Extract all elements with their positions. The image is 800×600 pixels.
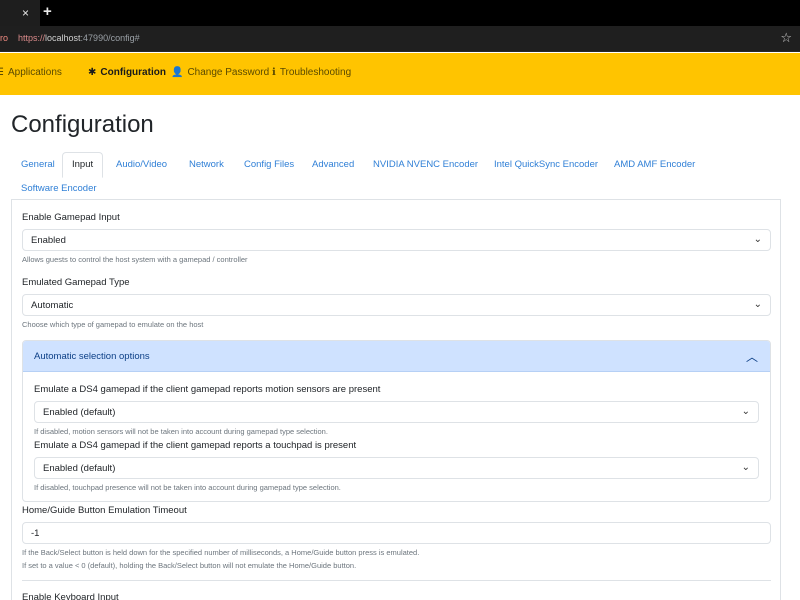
select-value: Enabled <box>31 235 66 246</box>
nav-label: Applications <box>7 67 62 78</box>
ds4-motion-help: If disabled, motion sensors will not be … <box>34 427 328 436</box>
home-guide-help-2: If set to a value < 0 (default), holding… <box>22 561 357 570</box>
user-lock-icon: 👤 <box>171 67 184 78</box>
tab-config-files[interactable]: Config Files <box>244 159 294 170</box>
gamepad-input-help: Allows guests to control the host system… <box>22 255 248 264</box>
close-tab-icon[interactable]: × <box>22 5 29 21</box>
tab-advanced[interactable]: Advanced <box>312 159 354 170</box>
nav-label: Troubleshooting <box>279 67 352 78</box>
tab-nvidia-nvenc[interactable]: NVIDIA NVENC Encoder <box>373 159 478 170</box>
ds4-touchpad-help: If disabled, touchpad presence will not … <box>34 483 341 492</box>
accordion-title: Automatic selection options <box>34 351 150 362</box>
url-scheme: https:// <box>18 33 46 43</box>
section-divider <box>22 580 771 581</box>
tab-software-encoder[interactable]: Software Encoder <box>21 183 97 194</box>
input-value: -1 <box>31 528 40 539</box>
home-guide-help-1: If the Back/Select button is held down f… <box>22 548 420 557</box>
auto-selection-accordion: Automatic selection options ︿ Emulate a … <box>22 340 771 502</box>
url-host: localhost <box>45 33 81 43</box>
accordion-header[interactable]: Automatic selection options ︿ <box>23 341 770 372</box>
tab-general[interactable]: General <box>21 159 55 170</box>
star-icon[interactable]: ☆ <box>780 30 792 46</box>
app-navbar: ☰ Applications ✱ Configuration 👤 Change … <box>0 53 800 95</box>
ds4-motion-label: Emulate a DS4 gamepad if the client game… <box>34 384 381 395</box>
tab-audio-video[interactable]: Audio/Video <box>116 159 167 170</box>
gamepad-input-label: Enable Gamepad Input <box>22 212 120 223</box>
ds4-touchpad-select[interactable]: Enabled (default) ⌄ <box>34 457 759 479</box>
home-guide-label: Home/Guide Button Emulation Timeout <box>22 505 187 516</box>
nav-configuration[interactable]: ✱ Configuration <box>88 67 166 78</box>
nav-label: Configuration <box>100 67 166 78</box>
browser-tabstrip: × + <box>0 0 800 26</box>
nav-label: Change Password <box>187 67 270 78</box>
ds4-touchpad-label: Emulate a DS4 gamepad if the client game… <box>34 440 357 451</box>
chevron-down-icon: ⌄ <box>741 406 750 417</box>
tab-amd-amf[interactable]: AMD AMF Encoder <box>614 159 695 170</box>
gear-icon: ✱ <box>88 67 97 78</box>
input-settings-panel: Enable Gamepad Input Enabled ⌄ Allows gu… <box>11 200 781 600</box>
address-prefix: ro <box>0 33 9 43</box>
url-path: :47990/config# <box>80 33 140 43</box>
url-text[interactable]: https://localhost:47990/config# <box>18 33 140 43</box>
new-tab-icon[interactable]: + <box>43 4 52 20</box>
gamepad-input-select[interactable]: Enabled ⌄ <box>22 229 771 251</box>
select-value: Enabled (default) <box>43 407 116 418</box>
chevron-down-icon: ⌄ <box>741 462 750 473</box>
ds4-motion-select[interactable]: Enabled (default) ⌄ <box>34 401 759 423</box>
nav-applications[interactable]: ☰ Applications <box>0 67 62 78</box>
chevron-down-icon: ⌄ <box>753 299 762 310</box>
tab-intel-quicksync[interactable]: Intel QuickSync Encoder <box>494 159 598 170</box>
gamepad-type-label: Emulated Gamepad Type <box>22 277 130 288</box>
select-value: Enabled (default) <box>43 463 116 474</box>
chevron-up-icon[interactable]: ︿ <box>746 348 758 365</box>
gamepad-type-select[interactable]: Automatic ⌄ <box>22 294 771 316</box>
keyboard-input-label: Enable Keyboard Input <box>22 592 119 600</box>
nav-troubleshooting[interactable]: ℹ Troubleshooting <box>272 67 351 78</box>
tab-network[interactable]: Network <box>189 159 224 170</box>
info-icon: ℹ <box>272 67 276 78</box>
nav-change-password[interactable]: 👤 Change Password <box>171 67 269 78</box>
browser-tab[interactable]: × <box>0 0 40 26</box>
gamepad-type-help: Choose which type of gamepad to emulate … <box>22 320 204 329</box>
address-bar[interactable]: ro https://localhost:47990/config# ☆ <box>0 26 800 52</box>
config-tabs: General Input Audio/Video Network Config… <box>11 152 781 200</box>
select-value: Automatic <box>31 300 74 311</box>
home-guide-timeout-input[interactable]: -1 <box>22 522 771 544</box>
chevron-down-icon: ⌄ <box>753 234 762 245</box>
page-title: Configuration <box>11 111 154 138</box>
list-icon: ☰ <box>0 67 4 78</box>
tab-input[interactable]: Input <box>62 152 104 178</box>
